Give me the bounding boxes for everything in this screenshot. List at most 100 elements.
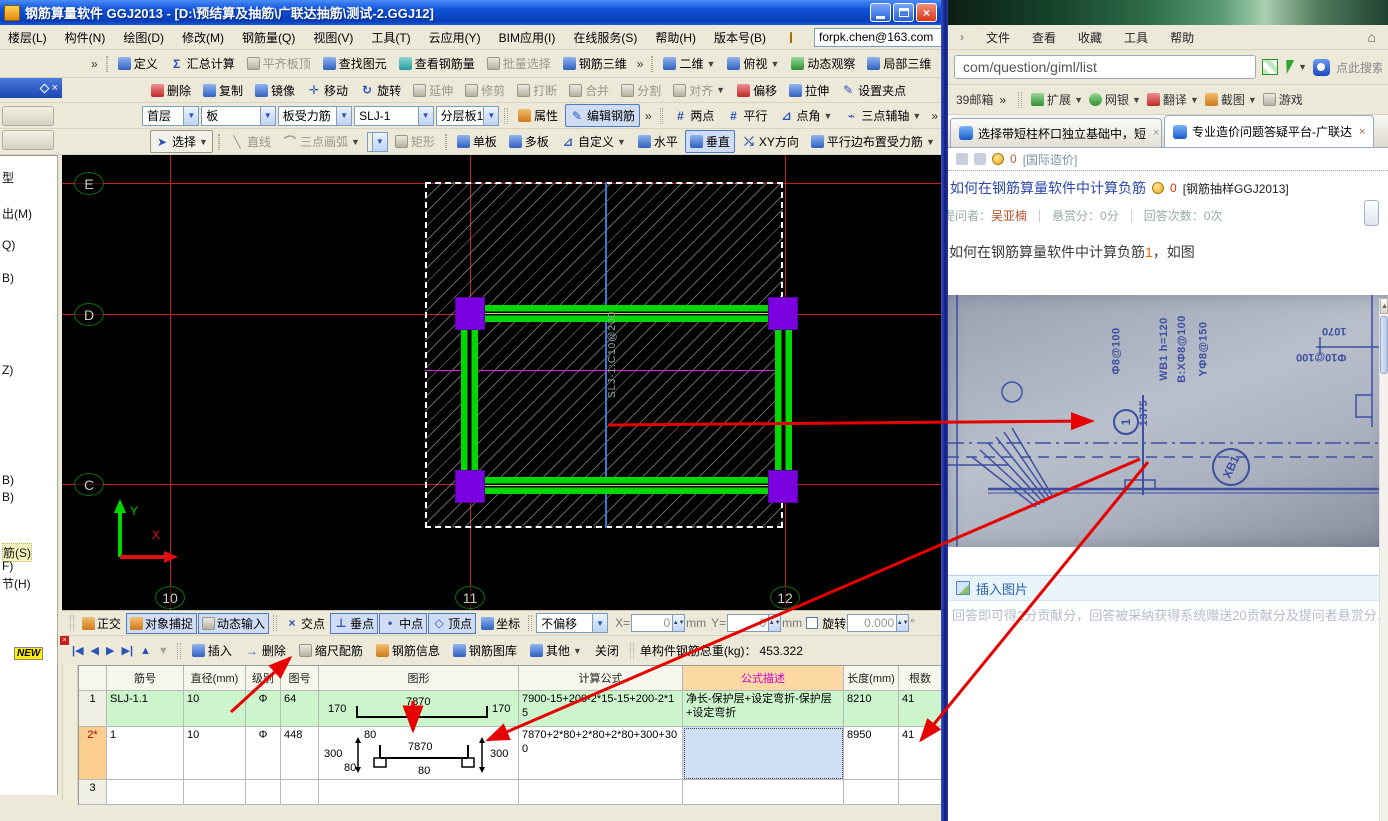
rebar-library-button[interactable]: 钢筋图库 <box>448 639 522 662</box>
mode-2d-dropdown[interactable]: 二维▼ <box>658 52 720 75</box>
delete-row-button[interactable]: →删除 <box>240 639 291 662</box>
y-input[interactable]: 0▲▼ <box>727 614 781 632</box>
tree-item[interactable]: 出(M) <box>2 205 32 222</box>
break-button[interactable]: 打断 <box>512 79 562 102</box>
ortho-button[interactable]: 正交 <box>78 613 125 634</box>
close-editor-button[interactable]: 关闭 <box>590 639 624 662</box>
browser-menu-favorites[interactable]: 收藏 <box>1078 29 1102 46</box>
toolbar-grip[interactable] <box>106 56 108 72</box>
floor-combo[interactable]: 首层▼ <box>142 106 199 126</box>
column-bottom-left[interactable] <box>455 470 485 503</box>
single-slab-button[interactable]: 单板 <box>452 130 502 153</box>
tree-item[interactable]: 节(H) <box>2 575 31 592</box>
menu-tools[interactable]: 工具(T) <box>371 29 410 46</box>
question-category[interactable]: [钢筋抽样GGJ2013] <box>1183 180 1289 197</box>
rebar-name-combo[interactable]: SLJ-1▼ <box>354 106 434 126</box>
rotate-input[interactable]: 0.000▲▼ <box>847 614 909 632</box>
cell-grade[interactable]: Φ <box>246 727 281 780</box>
insert-row-button[interactable]: 插入 <box>187 639 237 662</box>
overflow-icon[interactable]: » <box>642 109 655 123</box>
minimize-button[interactable] <box>870 3 891 22</box>
beam-bottom[interactable] <box>483 477 770 494</box>
table-row[interactable]: 3 <box>79 780 941 805</box>
cell-formula[interactable]: 7870+2*80+2*80+2*80+300+300 <box>519 727 683 780</box>
scrollbar[interactable]: ▲ <box>1379 298 1388 821</box>
tree-item[interactable]: B) <box>2 490 14 504</box>
column-top-left[interactable] <box>455 297 485 330</box>
spinner-icon[interactable]: ▲▼ <box>768 615 780 631</box>
perpendicular-snap-button[interactable]: ⊥垂点 <box>330 613 378 634</box>
xy-direction-button[interactable]: ⤯XY方向 <box>737 130 804 153</box>
header-diameter[interactable]: 直径(mm) <box>184 666 246 691</box>
spinner-icon[interactable]: ▲▼ <box>896 615 908 631</box>
properties-button[interactable]: 属性 <box>513 104 563 127</box>
pin-icon[interactable] <box>39 83 49 93</box>
summary-calc-button[interactable]: Σ汇总计算 <box>165 52 240 75</box>
view-rebar-qty-button[interactable]: 查看钢筋量 <box>394 52 480 75</box>
rebar-info-button[interactable]: 钢筋信息 <box>371 639 445 662</box>
header-formula-desc[interactable]: 公式描述 <box>683 666 844 691</box>
close-tab-icon[interactable]: × <box>1153 127 1159 139</box>
next-record-button[interactable]: ▶ <box>104 644 116 657</box>
close-tab-icon[interactable]: × <box>1359 126 1365 138</box>
three-point-aux-dropdown[interactable]: ⌁三点辅轴▼ <box>839 104 926 127</box>
tree-item[interactable]: Z) <box>2 363 13 377</box>
tree-item[interactable]: Q) <box>2 238 15 252</box>
rebar-3d-button[interactable]: 钢筋三维 <box>558 52 632 75</box>
vertex-snap-button[interactable]: ◇顶点 <box>428 613 476 634</box>
screenshot-dropdown[interactable]: 截图▼ <box>1205 91 1257 108</box>
close-button[interactable]: × <box>916 3 937 22</box>
overflow-icon[interactable]: » <box>634 57 647 71</box>
cell-empty[interactable] <box>899 780 941 805</box>
mirror-button[interactable]: 镜像 <box>250 79 300 102</box>
element-type-combo[interactable]: 板▼ <box>201 106 275 126</box>
cell-count[interactable]: 41 <box>899 727 941 780</box>
align-slab-top-button[interactable]: 平齐板顶 <box>242 52 316 75</box>
cell-shape[interactable]: 170 7870 170 <box>319 691 519 727</box>
parallel-edge-rebar-dropdown[interactable]: 平行边布置受力筋▼ <box>806 130 940 153</box>
games-button[interactable]: 游戏 <box>1263 91 1303 108</box>
account-dropdown[interactable]: forpk.chen@163.com▼ <box>814 28 941 47</box>
translate-dropdown[interactable]: 翻译▼ <box>1147 91 1199 108</box>
split-button[interactable]: 分割 <box>616 79 666 102</box>
cell-empty[interactable] <box>319 780 519 805</box>
arc-mode-combo[interactable]: ▼ <box>367 132 388 152</box>
menu-view[interactable]: 视图(V) <box>313 29 353 46</box>
header-grade[interactable]: 级别 <box>246 666 281 691</box>
table-row[interactable]: 2* 1 10 Φ 448 <box>79 727 941 780</box>
multi-slab-button[interactable]: 多板 <box>504 130 554 153</box>
rectangle-button[interactable]: 矩形 <box>390 130 440 153</box>
edit-rebar-button[interactable]: ✎编辑钢筋 <box>565 104 640 127</box>
tree-item[interactable]: 型 <box>2 169 14 186</box>
define-button[interactable]: 定义 <box>113 52 163 75</box>
table-row[interactable]: 1 SLJ-1.1 10 Φ 64 170 7870 170 <box>79 691 941 727</box>
beam-top[interactable] <box>483 305 770 322</box>
menu-bim[interactable]: BIM应用(I) <box>499 29 556 46</box>
move-up-button[interactable]: ▲ <box>138 645 153 657</box>
cell-formula-desc[interactable]: 净长-保护层+设定弯折-保护层+设定弯折 <box>683 691 844 727</box>
midpoint-snap-button[interactable]: •中点 <box>379 613 427 634</box>
select-dropdown[interactable]: ➤选择▼ <box>150 130 213 153</box>
axis-bubble-12[interactable]: 12 <box>770 586 800 609</box>
extend-button[interactable]: 延伸 <box>408 79 458 102</box>
cell-empty[interactable] <box>519 780 683 805</box>
layer-combo[interactable]: 分层板1▼ <box>436 106 500 126</box>
clipped-button[interactable] <box>1364 200 1379 226</box>
cell-formula[interactable]: 7900-15+200-2*15-15+200-2*15 <box>519 691 683 727</box>
line-button[interactable]: ╲直线 <box>225 130 276 153</box>
stretch-button[interactable]: 拉伸 <box>784 79 834 102</box>
batch-select-button[interactable]: 批量选择 <box>482 52 556 75</box>
browser-menu-tools[interactable]: 工具 <box>1124 29 1148 46</box>
beam-left[interactable] <box>461 330 478 470</box>
browser-menu-file[interactable]: 文件 <box>986 29 1010 46</box>
trim-button[interactable]: 修剪 <box>460 79 510 102</box>
cell-empty[interactable] <box>246 780 281 805</box>
column-bottom-right[interactable] <box>768 470 798 503</box>
tab-inactive[interactable]: 选择带短柱杯口独立基础中，短× <box>950 118 1162 147</box>
cell-diameter[interactable]: 10 <box>184 691 246 727</box>
custom-dropdown[interactable]: ⊿自定义▼ <box>556 130 631 153</box>
dynamic-input-button[interactable]: 动态输入 <box>198 613 269 634</box>
home-icon[interactable]: ⌂ <box>1368 29 1376 45</box>
axis-bubble-C[interactable]: C <box>74 473 104 496</box>
header-formula[interactable]: 计算公式 <box>519 666 683 691</box>
